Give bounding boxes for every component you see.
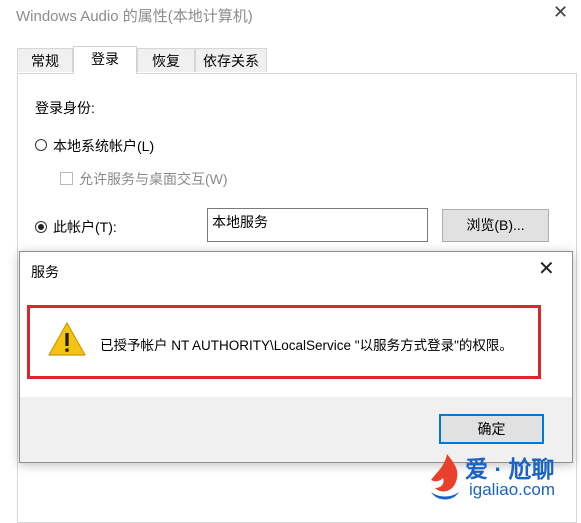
flame-logo-icon <box>431 454 459 500</box>
service-message-dialog: 服务 ✕ 已授予帐户 NT AUTHORITY\LocalService "以服… <box>19 251 573 463</box>
local-system-label: 本地系统帐户(L) <box>53 138 155 154</box>
warning-icon <box>48 322 86 356</box>
dialog-message: 已授予帐户 NT AUTHORITY\LocalService "以服务方式登录… <box>100 338 513 353</box>
watermark-logo: 爱 · 尬聊 igaliao.com <box>425 448 575 508</box>
dialog-close-button[interactable]: ✕ <box>538 256 555 282</box>
logon-as-heading: 登录身份: <box>35 100 95 116</box>
local-system-radio[interactable] <box>35 139 47 151</box>
dialog-message-area: 已授予帐户 NT AUTHORITY\LocalService "以服务方式登录… <box>20 292 572 396</box>
tab-dependencies[interactable]: 依存关系 <box>195 48 267 72</box>
tab-general[interactable]: 常规 <box>17 48 73 72</box>
window-title: Windows Audio 的属性(本地计算机) <box>16 8 253 25</box>
tab-logon[interactable]: 登录 <box>73 46 137 74</box>
watermark-brand-cn: 爱 · 尬聊 <box>465 456 555 482</box>
tab-bar: 常规 登录 恢复 依存关系 <box>17 46 577 74</box>
browse-button[interactable]: 浏览(B)... <box>442 209 549 242</box>
allow-interact-label: 允许服务与桌面交互(W) <box>79 171 228 187</box>
allow-interact-checkbox[interactable] <box>60 172 73 185</box>
tab-recovery[interactable]: 恢复 <box>137 48 195 72</box>
account-input[interactable]: 本地服务 <box>207 208 428 242</box>
ok-button[interactable]: 确定 <box>439 414 544 444</box>
dialog-title: 服务 <box>31 264 59 280</box>
watermark-brand-url: igaliao.com <box>469 480 555 499</box>
this-account-label: 此帐户(T): <box>53 219 117 235</box>
this-account-radio[interactable] <box>35 221 47 233</box>
window-close-button[interactable]: ✕ <box>553 2 568 23</box>
